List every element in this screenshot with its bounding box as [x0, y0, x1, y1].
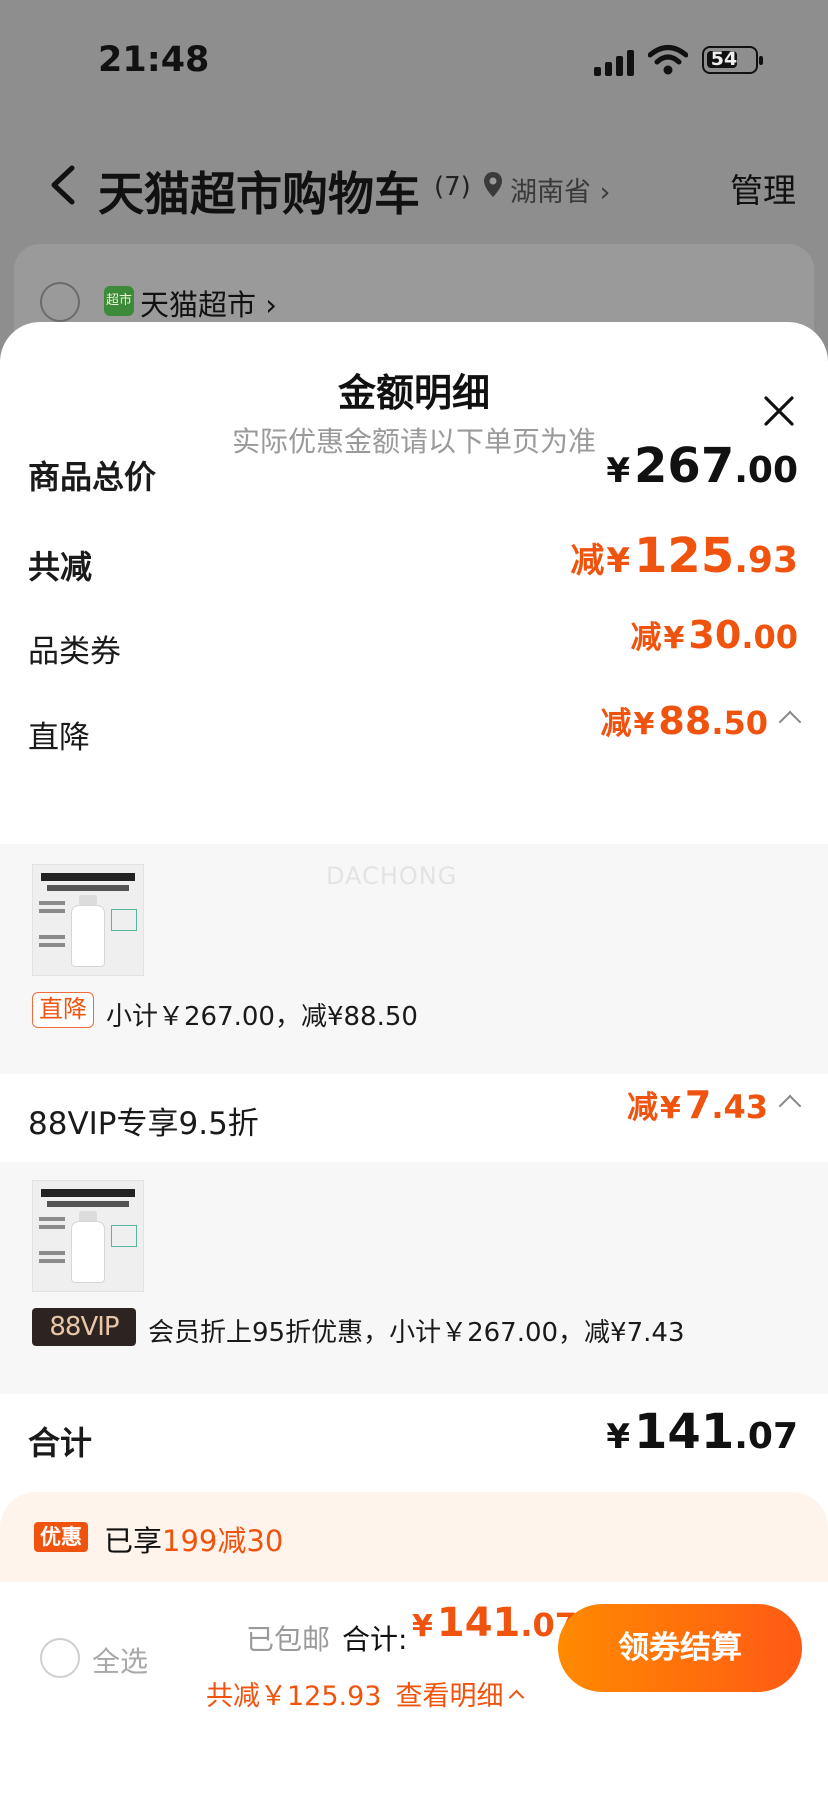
chevron-up-icon[interactable] — [778, 1094, 802, 1118]
amount-integer: 141 — [634, 1404, 735, 1460]
saved-amount: 共减￥125.93 — [206, 1681, 382, 1712]
direct-drop-label: 直降 — [28, 720, 90, 756]
vip-discount-label: 88VIP专享9.5折 — [28, 1106, 259, 1142]
vip-detail-text: 会员折上95折优惠，小计￥267.00，减¥7.43 — [148, 1318, 685, 1348]
promo-bar: 优惠 已享199减30 — [0, 1492, 828, 1582]
view-detail-label: 查看明细 — [395, 1681, 504, 1712]
amount-integer: 141 — [436, 1600, 521, 1646]
checkout-button[interactable]: 领券结算 — [558, 1604, 802, 1692]
amount-integer: 88 — [658, 699, 712, 743]
currency-symbol: ¥ — [663, 621, 685, 656]
category-coupon-value: 减 ¥30.00 — [631, 612, 798, 682]
chevron-up-icon — [509, 1689, 525, 1706]
battery-icon: 54 — [702, 46, 763, 74]
cart-nav-bar: 天猫超市购物车 (7) 湖南省 › 管理 — [0, 140, 828, 230]
promo-badge: 优惠 — [34, 1522, 88, 1552]
page-title: 天猫超市购物车 — [98, 167, 420, 221]
currency-symbol: ¥ — [606, 541, 631, 581]
amount-detail-sheet: 金额明细 实际优惠金额请以下单页为准 商品总价 ¥267.00 共减 减 ¥125… — [0, 322, 828, 1796]
category-coupon-label: 品类券 — [28, 634, 121, 670]
tmall-supermarket-logo-icon: 超市 — [104, 286, 134, 316]
chevron-up-icon[interactable] — [778, 710, 802, 734]
amount-decimal: .50 — [711, 704, 768, 742]
promo-text: 已享199减30 — [104, 1518, 283, 1560]
currency-symbol: ¥ — [412, 1609, 433, 1644]
battery-level: 54 — [710, 48, 738, 70]
store-select-radio[interactable] — [40, 282, 80, 322]
promo-highlight: 199减30 — [162, 1524, 284, 1558]
direct-drop-detail-text: 小计￥267.00，减¥88.50 — [106, 1002, 418, 1032]
88vip-tag: 88VIP — [32, 1308, 136, 1346]
direct-drop-row[interactable]: 直降 减 ¥88.50 — [0, 698, 828, 768]
vip-discount-value: 减 ¥7.43 — [626, 1074, 802, 1162]
status-bar: 21:48 54 — [0, 0, 828, 120]
checkout-total-amount: ¥141.07 — [412, 1600, 577, 1646]
total-discount-label: 共减 — [28, 548, 93, 586]
total-discount-value: 减 ¥125.93 — [570, 528, 798, 598]
amount-decimal: .00 — [734, 450, 798, 491]
view-detail-link[interactable]: 查看明细 — [395, 1681, 525, 1712]
amount-integer: 7 — [684, 1083, 712, 1127]
subtotal-value: ¥141.07 — [606, 1404, 798, 1474]
amount-integer: 267 — [634, 438, 735, 494]
total-price-value: ¥267.00 — [606, 438, 798, 508]
discount-prefix: 减 — [630, 620, 662, 656]
direct-drop-detail: DACHONG 直降 小计￥267.00，减¥88.50 — [0, 844, 828, 1074]
status-time: 21:48 — [98, 40, 210, 80]
manage-button[interactable]: 管理 — [730, 164, 796, 212]
location-selector[interactable]: 湖南省 › — [510, 170, 610, 209]
total-price-label: 商品总价 — [28, 458, 157, 496]
checkout-bar: 全选 已包邮 合计: ¥141.07 共减￥125.93 查看明细 领券结算 — [0, 1582, 828, 1796]
product-thumbnail[interactable] — [32, 864, 144, 976]
location-pin-icon[interactable] — [482, 170, 504, 200]
discount-prefix: 减 — [570, 541, 605, 581]
store-name-link[interactable]: 天猫超市 › — [140, 282, 277, 324]
discount-prefix: 减 — [626, 1090, 658, 1126]
vip-detail: 88VIP 会员折上95折优惠，小计￥267.00，减¥7.43 — [0, 1162, 828, 1394]
category-coupon-row: 品类券 减 ¥30.00 — [0, 612, 828, 682]
cart-count: (7) — [434, 172, 471, 202]
subtotal-row: 合计 ¥141.07 — [0, 1404, 828, 1474]
currency-symbol: ¥ — [606, 451, 631, 491]
select-all-radio[interactable] — [40, 1638, 80, 1678]
checkout-total-label: 合计: — [342, 1623, 408, 1656]
product-thumbnail[interactable] — [32, 1180, 144, 1292]
subtotal-label: 合计 — [28, 1424, 93, 1462]
amount-decimal: .00 — [741, 618, 798, 656]
store-name: 天猫超市 — [140, 288, 257, 322]
sheet-title: 金额明细 — [337, 371, 490, 415]
vip-discount-row[interactable]: 88VIP专享9.5折 减 ¥7.43 — [0, 1074, 828, 1162]
close-icon[interactable] — [762, 394, 796, 428]
total-discount-row: 共减 减 ¥125.93 — [0, 528, 828, 598]
amount-integer: 30 — [688, 613, 742, 657]
cellular-signal-icon — [594, 50, 636, 76]
amount-decimal: .43 — [711, 1088, 768, 1126]
saved-summary: 共减￥125.93 查看明细 — [206, 1674, 525, 1713]
select-all-label[interactable]: 全选 — [92, 1640, 148, 1680]
back-icon[interactable] — [46, 164, 80, 206]
total-price-row: 商品总价 ¥267.00 — [0, 438, 828, 508]
watermark: DACHONG — [326, 862, 458, 890]
wifi-icon — [648, 45, 688, 75]
direct-drop-tag: 直降 — [32, 992, 94, 1028]
amount-decimal: .07 — [734, 1416, 798, 1457]
amount-decimal: .93 — [734, 540, 798, 581]
discount-prefix: 减 — [600, 706, 632, 742]
amount-integer: 125 — [634, 528, 735, 584]
direct-drop-value: 减 ¥88.50 — [600, 698, 802, 768]
location-label: 湖南省 — [510, 177, 591, 208]
currency-symbol: ¥ — [606, 1417, 631, 1457]
promo-prefix: 已享 — [104, 1524, 163, 1558]
currency-symbol: ¥ — [633, 707, 655, 742]
free-shipping-label: 已包邮 — [246, 1623, 331, 1656]
currency-symbol: ¥ — [659, 1091, 681, 1126]
